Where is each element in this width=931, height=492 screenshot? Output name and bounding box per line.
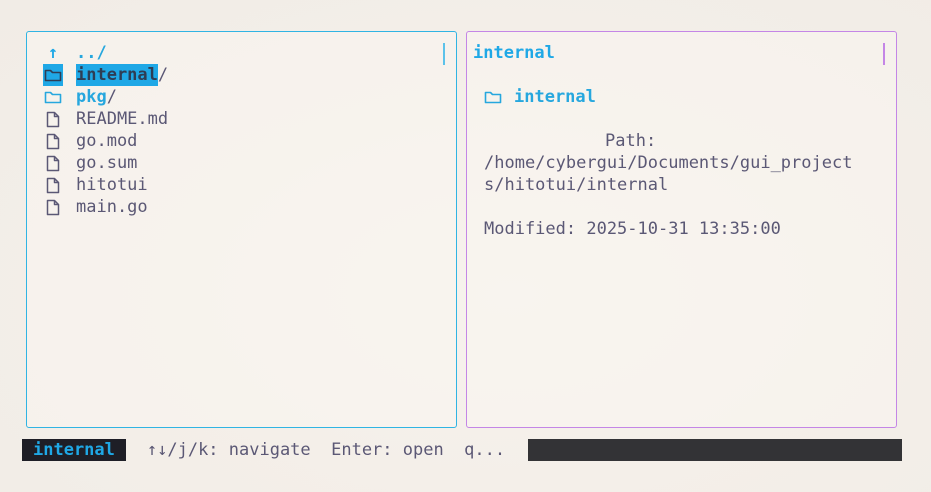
arrow-up-icon: ↑ — [47, 43, 59, 63]
folder-icon — [43, 86, 63, 108]
list-item-pkg[interactable]: pkg / — [43, 86, 168, 108]
list-item-readme[interactable]: README.md — [43, 108, 168, 130]
file-icon — [43, 196, 63, 218]
list-item-go-mod[interactable]: go.mod — [43, 130, 168, 152]
list-item-go-sum[interactable]: go.sum — [43, 152, 168, 174]
file-icon — [43, 130, 63, 152]
preview-header: internal — [484, 86, 884, 108]
parent-dir-label: ../ — [76, 43, 107, 63]
list-item-name: README.md — [76, 109, 169, 129]
file-list: ↑ ../ internal/ pkg/ README.md go.mod — [43, 42, 168, 218]
list-item-name: main.go — [76, 197, 148, 217]
preview-path-line-1: /home/cybergui/Documents/gui_project — [484, 153, 853, 173]
list-item-name: go.mod — [76, 131, 138, 151]
preview-modified: Modified: 2025-10-31 13:35:00 — [484, 219, 781, 239]
list-item-main-go[interactable]: main.go — [43, 196, 168, 218]
file-icon — [43, 174, 63, 196]
parent-dir-item[interactable]: ↑ ../ — [43, 42, 168, 64]
list-item-suffix: / — [106, 87, 117, 107]
list-item-hitotui[interactable]: hitotui — [43, 174, 168, 196]
status-current-dir: internal — [22, 439, 126, 461]
file-list-pane[interactable]: ↑ ../ internal/ pkg/ README.md go.mod — [26, 31, 457, 428]
preview-path-label: Path: — [605, 131, 657, 151]
status-help-text: ↑↓/j/k: navigate Enter: open q... — [146, 440, 506, 460]
file-icon — [43, 108, 63, 130]
list-item-name: internal — [76, 64, 158, 86]
preview-path-line-2: s/hitotui/internal — [484, 175, 669, 195]
list-item-name: go.sum — [76, 153, 138, 173]
preview-name: internal — [514, 87, 596, 107]
preview-scrollbar[interactable] — [883, 43, 885, 65]
status-bar: internal ↑↓/j/k: navigate Enter: open q.… — [22, 439, 507, 461]
folder-icon — [484, 90, 502, 104]
preview-body: internal Path: /home/cybergui/Documents/… — [484, 86, 884, 240]
file-list-scrollbar[interactable] — [443, 43, 445, 65]
list-item-suffix: / — [157, 65, 169, 85]
list-item-name: pkg — [76, 87, 107, 107]
list-item-name: hitotui — [76, 175, 148, 195]
preview-pane[interactable]: internal internal Path: /home/cybergui/D… — [466, 31, 897, 428]
list-item-internal[interactable]: internal / — [43, 64, 168, 86]
file-icon — [43, 152, 63, 174]
preview-title: internal — [473, 43, 555, 63]
folder-icon — [43, 64, 63, 86]
status-bar-fill — [528, 439, 902, 461]
